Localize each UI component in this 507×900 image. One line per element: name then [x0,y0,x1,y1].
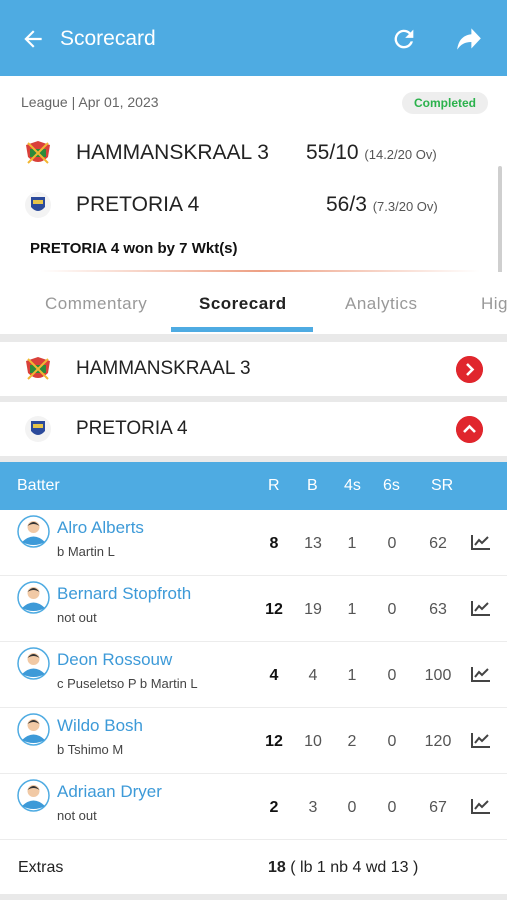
team-logo-icon [25,416,51,442]
team-score: 56/3 (7.3/20 Ov) [326,193,438,217]
team-logo-icon [26,357,50,380]
fours: 2 [347,733,357,750]
team-row-2: PRETORIA 4 56/3 (7.3/20 Ov) [0,185,507,225]
col-runs: R [268,477,280,494]
balls: 13 [304,535,322,552]
dismissal: b Tshimo M [57,742,124,757]
runs: 12 [265,733,283,750]
extras-row: Extras 18 ( lb 1 nb 4 wd 13 ) [0,842,507,894]
col-batter: Batter [17,477,60,494]
balls: 4 [308,667,318,684]
fours: 0 [347,799,357,816]
chevron-up-icon[interactable] [456,416,483,443]
table-row[interactable]: Wildo Bosh b Tshimo M 12 10 2 0 120 [0,708,507,774]
batting-table-header: Batter R B 4s 6s SR [0,462,507,510]
active-tab-indicator [171,327,313,332]
fours: 1 [347,535,357,552]
runs: 12 [265,601,283,618]
strike-rate: 120 [424,733,452,750]
overs-value: (7.3/20 Ov) [372,199,438,214]
player-avatar-icon [17,515,50,548]
innings-team-name: PRETORIA 4 [76,418,188,439]
innings-header-1[interactable]: HAMMANSKRAAL 3 [0,342,507,396]
strike-rate: 67 [429,799,447,816]
strike-rate: 63 [429,601,447,618]
dismissal: c Puseletso P b Martin L [57,676,198,691]
team-logo-icon [25,192,51,218]
tab-commentary[interactable]: Commentary [45,294,147,314]
dismissal: b Martin L [57,544,115,559]
innings-team-name: HAMMANSKRAAL 3 [76,358,251,379]
col-sixes: 6s [383,477,400,494]
share-icon[interactable] [454,26,484,52]
team-score: 55/10 (14.2/20 Ov) [306,141,437,165]
runs: 8 [269,535,279,552]
table-row[interactable]: Adriaan Dryer not out 2 3 0 0 67 [0,774,507,840]
chevron-right-icon[interactable] [456,356,483,383]
score-value: 56/3 [326,193,367,216]
batter-name[interactable]: Wildo Bosh [57,716,143,736]
tab-scorecard[interactable]: Scorecard [199,294,287,314]
status-badge: Completed [402,92,488,114]
tab-highlights[interactable]: Hig [481,294,507,314]
match-result: PRETORIA 4 won by 7 Wkt(s) [30,240,238,257]
trend-chart-icon[interactable] [471,534,491,550]
strike-rate: 62 [429,535,447,552]
balls: 3 [308,799,318,816]
back-arrow-icon[interactable] [20,26,46,52]
strike-rate: 100 [424,667,452,684]
team-name: HAMMANSKRAAL 3 [76,141,269,164]
overs-value: (14.2/20 Ov) [364,147,437,162]
match-summary: League | Apr 01, 2023 Completed HAMMANSK… [0,76,507,334]
balls: 19 [304,601,322,618]
table-row[interactable]: Bernard Stopfroth not out 12 19 1 0 63 [0,576,507,642]
table-row[interactable]: Deon Rossouw c Puseletso P b Martin L 4 … [0,642,507,708]
player-avatar-icon [17,581,50,614]
player-avatar-icon [17,713,50,746]
batter-name[interactable]: Alro Alberts [57,518,144,538]
page-title: Scorecard [60,27,156,50]
tab-analytics[interactable]: Analytics [345,294,418,314]
match-meta: League | Apr 01, 2023 [21,94,159,110]
batter-name[interactable]: Deon Rossouw [57,650,172,670]
refresh-icon[interactable] [390,25,418,53]
score-value: 55/10 [306,141,359,164]
innings-header-2[interactable]: PRETORIA 4 [0,402,507,456]
sixes: 0 [387,535,397,552]
team-logo-icon [26,141,50,164]
extras-detail: ( lb 1 nb 4 wd 13 ) [290,859,419,876]
table-row[interactable]: Alro Alberts b Martin L 8 13 1 0 62 [0,510,507,576]
fours: 1 [347,601,357,618]
trend-chart-icon[interactable] [471,798,491,814]
extras-value: 18 ( lb 1 nb 4 wd 13 ) [268,859,418,877]
player-avatar-icon [17,779,50,812]
dismissal: not out [57,808,97,823]
dismissal: not out [57,610,97,625]
col-strike-rate: SR [431,477,454,494]
extras-label: Extras [18,859,64,876]
sixes: 0 [387,667,397,684]
balls: 10 [304,733,322,750]
runs: 2 [269,799,279,816]
team-row-1: HAMMANSKRAAL 3 55/10 (14.2/20 Ov) [0,133,507,173]
batter-name[interactable]: Bernard Stopfroth [57,584,191,604]
extras-total: 18 [268,859,286,876]
team-name: PRETORIA 4 [76,193,200,216]
runs: 4 [269,667,279,684]
trend-chart-icon[interactable] [471,732,491,748]
player-avatar-icon [17,647,50,680]
batting-table: Alro Alberts b Martin L 8 13 1 0 62 Bern… [0,510,507,894]
fours: 1 [347,667,357,684]
col-fours: 4s [344,477,361,494]
app-bar: Scorecard [0,0,507,76]
tab-bar: Commentary Scorecard Analytics Hig [0,272,507,334]
trend-chart-icon[interactable] [471,600,491,616]
sixes: 0 [387,601,397,618]
col-balls: B [307,477,318,494]
sixes: 0 [387,799,397,816]
trend-chart-icon[interactable] [471,666,491,682]
sixes: 0 [387,733,397,750]
batter-name[interactable]: Adriaan Dryer [57,782,162,802]
